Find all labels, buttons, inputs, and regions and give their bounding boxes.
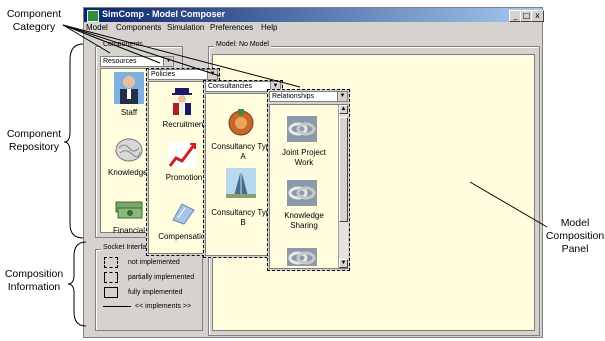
menu-preferences[interactable]: Preferences — [210, 23, 253, 32]
annotation-text: Category — [12, 21, 56, 33]
annotation-text: Component — [6, 8, 62, 20]
category-select-policies[interactable]: Policies ▼ — [148, 69, 218, 80]
menu-simulation[interactable]: Simulation — [167, 23, 204, 32]
annotation-text: Composition — [4, 268, 64, 280]
legend-partially-implemented-swatch — [104, 272, 118, 283]
money-icon[interactable] — [114, 198, 144, 224]
legend-not-implemented-swatch — [104, 257, 118, 268]
app-icon — [87, 10, 99, 22]
repository-brace — [63, 43, 84, 239]
chain-link-icon[interactable] — [287, 116, 317, 142]
recruitment-icon[interactable] — [168, 86, 196, 116]
annotation-component-repository: Component Repository — [2, 128, 66, 154]
annotation-text: Repository — [8, 141, 60, 153]
scroll-thumb[interactable] — [339, 117, 348, 222]
compensation-icon[interactable] — [170, 200, 196, 226]
promotion-icon[interactable] — [168, 142, 196, 168]
chevron-down-icon[interactable]: ▼ — [163, 57, 173, 66]
legend-fully-implemented: fully implemented — [128, 289, 183, 296]
list-item-label: Financial — [112, 226, 145, 233]
scroll-up-icon[interactable]: ▲ — [339, 105, 348, 114]
list-item-label: Staff — [120, 108, 138, 117]
joint-project-work-label: Joint Project Work — [281, 148, 327, 167]
legend-not-implemented: not implemented — [128, 259, 180, 266]
category-select-value: Consultancies — [208, 83, 252, 90]
category-select-resources[interactable]: Resources ▼ — [100, 56, 174, 67]
scroll-down-icon[interactable]: ▼ — [339, 259, 348, 268]
menu-model[interactable]: Model — [86, 23, 108, 32]
annotation-text: Model — [560, 217, 590, 229]
category-select-value: Relationships — [272, 93, 315, 100]
menu-help[interactable]: Help — [261, 23, 277, 32]
annotation-composition-information: Composition Information — [0, 268, 68, 294]
legend-implements-line — [103, 306, 131, 307]
list-item-label: Knowledge — [108, 168, 148, 177]
list-item-label: Joint Project Work — [272, 148, 336, 168]
chevron-down-icon[interactable]: ▼ — [337, 92, 347, 101]
category-select-relationships[interactable]: Relationships ▼ — [269, 91, 348, 102]
title-bar[interactable]: SimComp - Model Composer _ □ x — [84, 8, 544, 22]
legend-implements: << implements >> — [135, 303, 192, 310]
legend-fully-implemented-swatch — [104, 287, 118, 298]
chain-link-icon[interactable] — [287, 248, 317, 266]
annotation-model-composition-panel: Model Composition Panel — [545, 217, 605, 256]
chevron-down-icon[interactable]: ▼ — [207, 70, 217, 79]
annotation-text: Composition — [545, 230, 605, 242]
menu-components[interactable]: Components — [116, 23, 161, 32]
category-select-value: Policies — [151, 71, 176, 78]
model-panel-label: Model: No Model — [214, 41, 271, 48]
staff-icon[interactable] — [114, 72, 144, 104]
annotation-text: Information — [7, 281, 61, 293]
close-button[interactable]: x — [531, 10, 544, 22]
window-title: SimComp - Model Composer — [102, 9, 226, 19]
brain-icon[interactable] — [114, 136, 144, 164]
components-group-label: Components — [101, 41, 145, 48]
annotation-component-category: Component Category — [2, 8, 66, 34]
annotation-text: Component — [6, 128, 62, 140]
simcomp-window: SimComp - Model Composer _ □ x Model Com… — [83, 7, 544, 338]
category-select-value: Resources — [103, 58, 137, 65]
legend-partially-implemented: partially implemented — [128, 274, 195, 281]
relationships-scrollbar[interactable]: ▲ ▼ — [338, 105, 348, 268]
knowledge-sharing-label: Knowledge Sharing — [284, 211, 324, 230]
chain-link-icon[interactable] — [287, 180, 317, 206]
annotation-text: Panel — [561, 243, 589, 255]
list-item-label: Knowledge Sharing — [272, 211, 336, 231]
menu-bar: Model Components Simulation Preferences … — [84, 23, 542, 35]
consultancy-b-icon[interactable] — [226, 168, 256, 198]
consultancy-a-icon[interactable] — [226, 108, 256, 136]
